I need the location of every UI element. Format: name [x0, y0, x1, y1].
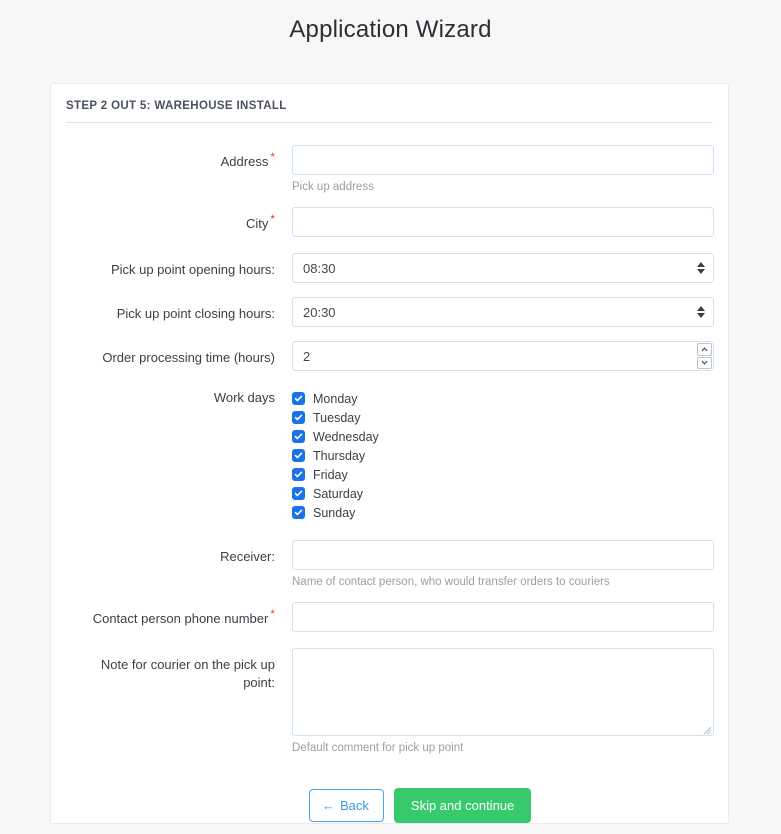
field-row-opening-hours: Pick up point opening hours: 08:30 [68, 253, 714, 284]
warehouse-form: Address * Pick up address City * Pick up p… [51, 123, 728, 824]
opening-hours-value: 08:30 [292, 253, 714, 284]
field-row-closing-hours: Pick up point closing hours: 20:30 [68, 297, 714, 328]
checkbox-label: Wednesday [313, 429, 379, 444]
address-label: Address * [68, 145, 292, 171]
checkbox-checked-icon[interactable] [292, 468, 305, 482]
step-title: STEP 2 OUT 5: WAREHOUSE INSTALL [66, 100, 287, 112]
form-actions: ← Back Skip and continue [68, 768, 711, 824]
checkbox-checked-icon[interactable] [292, 506, 305, 520]
checkbox-row-friday[interactable]: Friday [292, 465, 711, 484]
processing-time-label: Order processing time (hours) [102, 350, 275, 366]
opening-hours-label: Pick up point opening hours: [110, 262, 275, 278]
city-input[interactable] [292, 207, 714, 238]
processing-time-input[interactable] [292, 341, 714, 372]
processing-time-stepper[interactable] [292, 341, 714, 372]
receiver-input[interactable] [292, 540, 714, 571]
courier-note-label: Note for courier on the pick up point: [100, 657, 275, 690]
contact-phone-input[interactable] [292, 602, 714, 633]
spinner-up-icon[interactable] [697, 343, 712, 356]
spinner-down-icon[interactable] [697, 356, 712, 370]
checkbox-label: Tuesday [313, 410, 361, 425]
work-days-label: Work days [213, 390, 275, 406]
field-row-address: Address * Pick up address [68, 145, 714, 195]
checkbox-row-thursday[interactable]: Thursday [292, 446, 711, 465]
checkbox-checked-icon[interactable] [292, 430, 305, 444]
city-label-text: City [245, 216, 269, 232]
field-row-city: City * [68, 207, 714, 238]
skip-and-continue-button[interactable]: Skip and continue [393, 788, 532, 824]
arrow-left-icon: ← [322, 798, 335, 814]
required-asterisk: * [270, 149, 275, 164]
required-asterisk: * [270, 211, 275, 226]
closing-hours-label: Pick up point closing hours: [116, 306, 275, 322]
checkbox-label: Friday [313, 467, 348, 482]
field-row-contact-phone: Contact person phone number * [68, 602, 714, 633]
field-row-work-days: Work days Monday Tuesday Wednesday Thurs… [68, 385, 711, 522]
checkbox-checked-icon[interactable] [292, 487, 305, 501]
opening-hours-select[interactable]: 08:30 [292, 253, 714, 284]
receiver-label: Receiver: [220, 549, 275, 565]
checkbox-row-saturday[interactable]: Saturday [292, 484, 711, 503]
work-days-checkbox-group: Monday Tuesday Wednesday Thursday Friday… [292, 385, 711, 522]
receiver-helper: Name of contact person, who would transf… [292, 576, 610, 589]
back-button[interactable]: ← Back [309, 789, 384, 823]
checkbox-row-wednesday[interactable]: Wednesday [292, 427, 711, 446]
step-header: STEP 2 OUT 5: WAREHOUSE INSTALL [51, 84, 728, 123]
contact-phone-label-text: Contact person phone number [92, 611, 269, 627]
required-asterisk: * [270, 606, 275, 621]
checkbox-label: Thursday [313, 448, 366, 463]
field-row-processing-time: Order processing time (hours) [68, 341, 714, 372]
checkbox-row-monday[interactable]: Monday [292, 389, 711, 408]
address-helper: Pick up address [292, 181, 374, 193]
checkbox-row-tuesday[interactable]: Tuesday [292, 408, 711, 427]
courier-note-wrapper [292, 648, 714, 737]
spinner-controls[interactable] [697, 343, 712, 370]
city-label: City * [68, 207, 292, 233]
checkbox-checked-icon[interactable] [292, 449, 305, 463]
courier-note-textarea[interactable] [292, 648, 714, 737]
checkbox-row-sunday[interactable]: Sunday [292, 503, 711, 522]
back-button-label: Back [340, 798, 369, 814]
field-row-receiver: Receiver: Name of contact person, who wo… [68, 540, 714, 590]
address-input[interactable] [292, 145, 714, 175]
page-title: Application Wizard [289, 16, 492, 43]
wizard-card: STEP 2 OUT 5: WAREHOUSE INSTALL Address *… [50, 83, 729, 825]
checkbox-checked-icon[interactable] [292, 392, 305, 406]
courier-note-helper: Default comment for pick up point [292, 742, 464, 755]
closing-hours-select[interactable]: 20:30 [292, 297, 714, 328]
field-row-courier-note: Note for courier on the pick up point: D… [68, 648, 714, 756]
address-label-text: Address [220, 154, 269, 169]
checkbox-label: Saturday [313, 486, 364, 501]
checkbox-label: Monday [313, 391, 358, 406]
contact-phone-label: Contact person phone number * [68, 602, 292, 628]
checkbox-label: Sunday [313, 505, 356, 520]
closing-hours-value: 20:30 [292, 297, 714, 328]
checkbox-checked-icon[interactable] [292, 411, 305, 425]
